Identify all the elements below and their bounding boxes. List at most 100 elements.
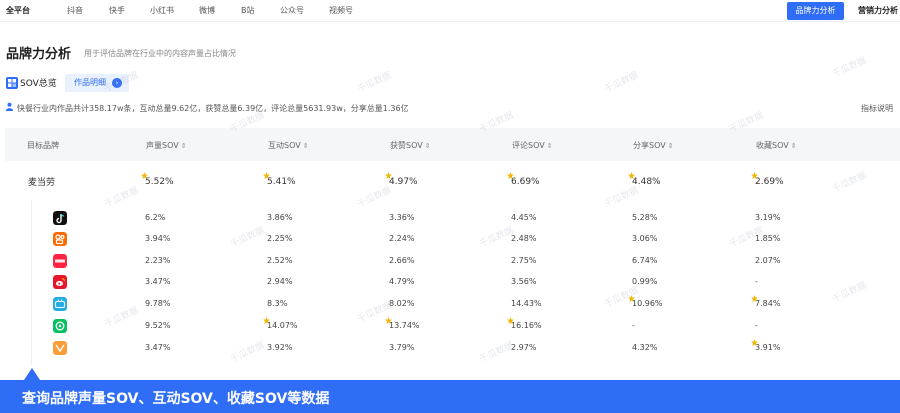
table-cell: 14.43%: [511, 299, 542, 308]
star-icon: [628, 295, 635, 302]
table-cell: 2.07%: [755, 256, 781, 265]
table-cell: 1.85%: [755, 234, 781, 243]
table-cell: 3.19%: [755, 213, 781, 222]
marketing-analysis-button[interactable]: 营销力分析: [852, 2, 900, 20]
tab-channels[interactable]: 视频号: [329, 5, 353, 16]
table-cell: 2.24%: [389, 234, 415, 243]
sort-icon: ⇕: [180, 142, 187, 150]
page-subtitle: 用于评估品牌在行业中的内容声量占比情况: [84, 49, 236, 58]
brand-analysis-button[interactable]: 品牌力分析: [787, 2, 844, 20]
table-cell: 4.79%: [389, 277, 415, 286]
star-icon: [141, 172, 148, 179]
sort-icon: ⇕: [546, 142, 553, 150]
metric-explanation-link[interactable]: 指标说明: [861, 103, 893, 114]
brand-name: 麦当劳: [28, 178, 56, 188]
table-cell: 2.52%: [267, 256, 293, 265]
sort-icon: ⇕: [302, 142, 309, 150]
header-target-brand: 目标品牌: [27, 141, 59, 150]
caption-text: 查询品牌声量SOV、互动SOV、收藏SOV等数据: [22, 391, 330, 407]
table-cell: 3.47%: [145, 277, 171, 286]
table-cell: 4.32%: [632, 343, 658, 352]
table-cell: 10.96%: [632, 299, 663, 308]
works-detail-button[interactable]: 作品明细 ›: [65, 74, 129, 92]
star-icon: [507, 317, 514, 324]
table-cell: 3.06%: [632, 234, 658, 243]
table-cell: 3.86%: [267, 213, 293, 222]
grid-icon: [6, 77, 18, 89]
table-cell: 8.02%: [389, 299, 415, 308]
table-cell: 7.84%: [755, 299, 781, 308]
table-cell: 3.94%: [145, 234, 171, 243]
header-volume-sov[interactable]: 声量SOV ⇕: [146, 140, 187, 151]
table-cell: 5.28%: [632, 213, 658, 222]
star-icon: [385, 172, 392, 179]
brand-comments-sov: 6.69%: [511, 177, 540, 187]
star-icon: [385, 317, 392, 324]
table-cell: 8.3%: [267, 299, 288, 308]
tab-douyin[interactable]: 抖音: [67, 5, 83, 16]
table-cell: 2.94%: [267, 277, 293, 286]
table-header: 目标品牌 声量SOV ⇕ 互动SOV ⇕ 获赞SOV ⇕ 评论SOV ⇕ 分享SOV ⇕ …: [5, 128, 900, 161]
table-cell: 16.16%: [511, 321, 542, 330]
bilibili-icon: [53, 297, 67, 311]
douyin-icon: [53, 211, 67, 225]
brand-favorites-sov: 2.69%: [755, 177, 784, 187]
tab-kuaishou[interactable]: 快手: [109, 5, 125, 16]
header-comments-sov[interactable]: 评论SOV ⇕: [512, 140, 553, 151]
sov-overview-title: SOV总览: [20, 79, 57, 89]
table-cell: 3.92%: [267, 343, 293, 352]
table-cell: 2.75%: [511, 256, 537, 265]
table-cell: -: [755, 277, 758, 286]
table-cell: 2.23%: [145, 256, 171, 265]
header-shares-sov[interactable]: 分享SOV ⇕: [633, 140, 674, 151]
star-icon: [628, 172, 635, 179]
header-interaction-sov[interactable]: 互动SOV ⇕: [268, 140, 309, 151]
sort-icon: ⇕: [790, 142, 797, 150]
tab-all-platforms[interactable]: 全平台: [6, 5, 30, 16]
table-cell: 9.78%: [145, 299, 171, 308]
person-icon: [5, 102, 14, 111]
sort-icon: ⇕: [667, 142, 674, 150]
tab-weibo[interactable]: 微博: [199, 5, 215, 16]
table-cell: 3.47%: [145, 343, 171, 352]
brand-interaction-sov: 5.41%: [267, 177, 296, 187]
table-cell: 2.97%: [511, 343, 537, 352]
star-icon: [751, 172, 758, 179]
table-cell: 14.07%: [267, 321, 298, 330]
tab-xiaohongshu[interactable]: 小红书: [150, 5, 174, 16]
platform-tab-bar: 全平台 抖音 快手 小红书 微博 B站 公众号 视频号 品牌力分析 营销力分析: [0, 0, 900, 22]
sort-icon: ⇕: [424, 142, 431, 150]
weibo-icon: [53, 275, 67, 289]
table-cell: 2.25%: [267, 234, 293, 243]
industry-summary: 快餐行业内作品共计358.17w条，互动总量9.62亿，获赞总量6.39亿，评论…: [17, 104, 409, 113]
wechat-official-icon: [53, 319, 67, 333]
star-icon: [263, 172, 270, 179]
tab-bilibili[interactable]: B站: [241, 5, 255, 16]
page-title: 品牌力分析: [6, 47, 72, 62]
brand-volume-sov: 5.52%: [145, 177, 174, 187]
header-favorites-sov[interactable]: 收藏SOV ⇕: [756, 140, 797, 151]
table-cell: 2.48%: [511, 234, 537, 243]
banner-pointer: [24, 368, 40, 380]
table-cell: 3.91%: [755, 343, 781, 352]
table-cell: -: [755, 321, 758, 330]
watermark: 千瓜数据: [356, 70, 394, 96]
table-cell: 13.74%: [389, 321, 420, 330]
tab-official-account[interactable]: 公众号: [280, 5, 304, 16]
arrow-right-icon: ›: [112, 78, 122, 88]
star-icon: [751, 295, 758, 302]
brand-likes-sov: 4.97%: [389, 177, 418, 187]
watermark: 千瓜数据: [603, 70, 641, 96]
star-icon: [751, 339, 758, 346]
header-likes-sov[interactable]: 获赞SOV ⇕: [390, 140, 431, 151]
channels-icon: [53, 341, 67, 355]
table-cell: 9.52%: [145, 321, 171, 330]
table-cell: 3.79%: [389, 343, 415, 352]
table-cell: 0.99%: [632, 277, 658, 286]
xiaohongshu-icon: [53, 254, 67, 268]
caption-banner: 查询品牌声量SOV、互动SOV、收藏SOV等数据: [0, 380, 900, 413]
table-cell: 3.36%: [389, 213, 415, 222]
brand-shares-sov: 4.48%: [632, 177, 661, 187]
table-cell: 6.74%: [632, 256, 658, 265]
table-cell: -: [632, 321, 635, 330]
